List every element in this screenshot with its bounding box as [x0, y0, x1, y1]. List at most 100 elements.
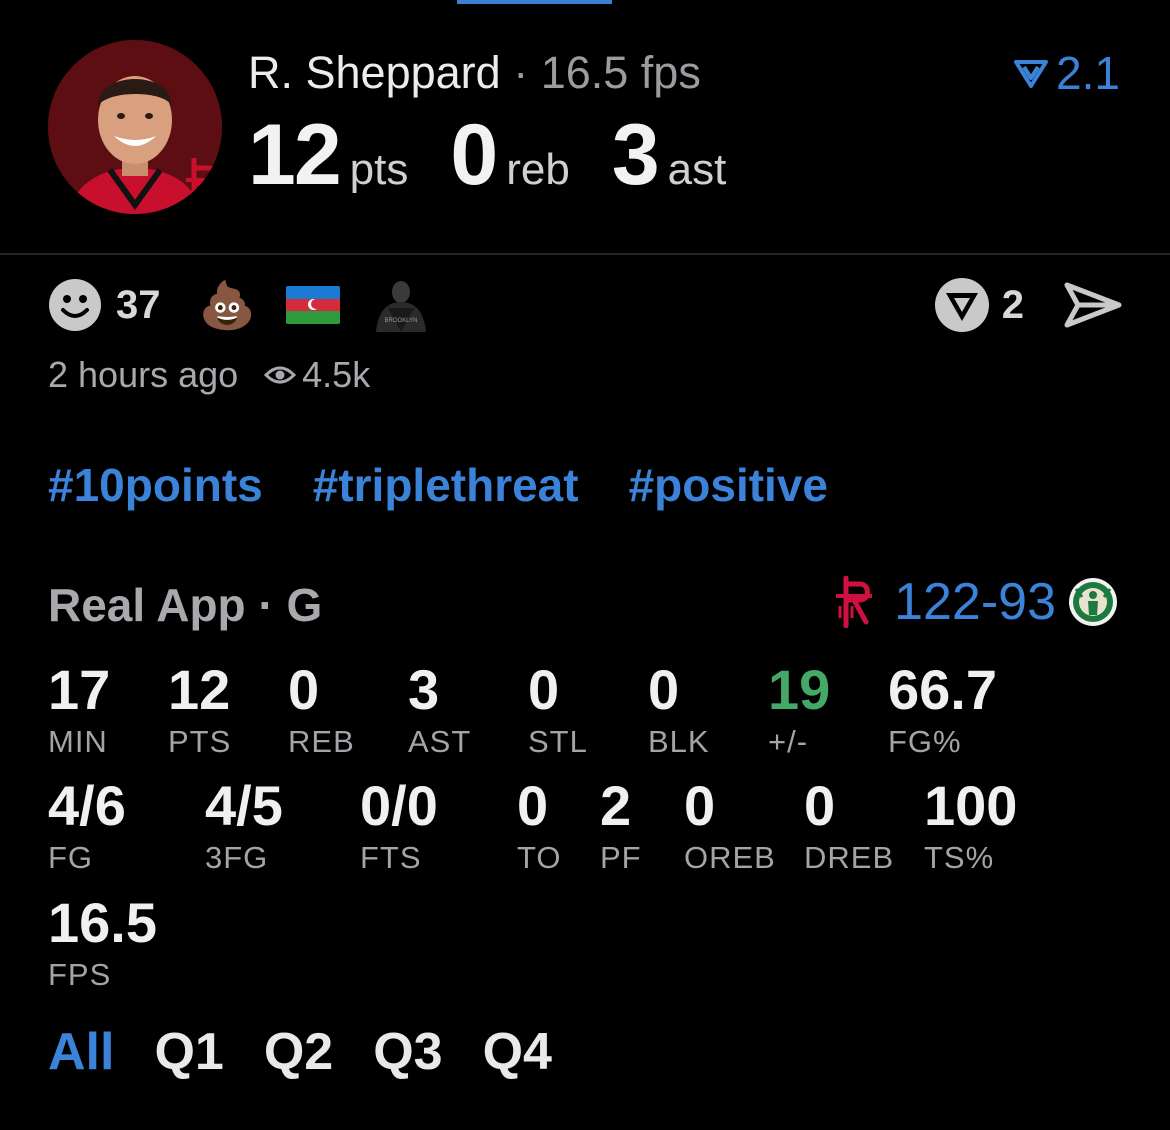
svg-text:BROOKLYN: BROOKLYN: [384, 318, 417, 324]
stat-blk: 0 BLK: [648, 660, 710, 760]
stat-oreb: 0 OREB: [684, 776, 776, 876]
stat-ts-pct: 100 TS%: [924, 776, 1017, 876]
score-dash: -: [980, 573, 999, 631]
vote-count: 2: [1001, 282, 1024, 327]
player-photo: [48, 40, 222, 214]
stat-min: 17 MIN: [48, 660, 110, 760]
stat-value: 19: [768, 658, 831, 721]
stat-label: +/-: [768, 724, 809, 759]
quarter-tabs: All Q1 Q2 Q3 Q4: [48, 1022, 592, 1082]
name-separator: ·: [513, 47, 529, 98]
score-delta-value: 2.1: [1056, 47, 1120, 99]
meta-row: 2 hours ago 4.5k: [48, 352, 370, 398]
stat-plus-minus: 19 +/-: [768, 660, 830, 760]
stat-fps: 16.5 FPS: [48, 893, 157, 993]
stat-label: REB: [288, 724, 355, 759]
stat-label: AST: [408, 724, 472, 759]
trend-icon: [1014, 60, 1049, 88]
stat-label: TO: [517, 840, 562, 875]
reaction-row: 37 💩 BROOKLYN: [48, 278, 432, 332]
stat-label: FG%: [888, 724, 962, 759]
stat-value: 0: [288, 658, 320, 721]
player-name[interactable]: R. Sheppard: [248, 47, 501, 98]
stat-label: PTS: [168, 724, 232, 759]
stat-label: FPS: [48, 957, 112, 992]
tab-q1[interactable]: Q1: [154, 1022, 223, 1082]
score-away: 93: [998, 573, 1056, 631]
game-score[interactable]: 122 - 93: [832, 572, 1118, 632]
hashtag[interactable]: #positive: [629, 458, 828, 512]
stat-fts: 0/0 FTS: [360, 776, 438, 876]
score-home: 122: [894, 573, 981, 631]
hashtag-list: #10points #triplethreat #positive: [48, 458, 878, 512]
stat-label: OREB: [684, 840, 776, 875]
right-actions: 2: [934, 278, 1122, 332]
stat-value: 2: [600, 774, 632, 837]
stat-value: 4/5: [205, 774, 283, 837]
vote-icon[interactable]: [934, 277, 990, 333]
stat-value: 12: [168, 658, 231, 721]
stat-value: 0: [684, 774, 716, 837]
stat-value: 16.5: [48, 891, 157, 954]
stat-to: 0 TO: [517, 776, 562, 876]
stat-fg-pct: 66.7 FG%: [888, 660, 997, 760]
stat-value: 66.7: [888, 658, 997, 721]
poop-emoji[interactable]: 💩: [199, 278, 256, 332]
stat-label: TS%: [924, 840, 995, 875]
stat-value: 0: [528, 658, 560, 721]
stat-fg: 4/6 FG: [48, 776, 126, 876]
smile-icon[interactable]: [48, 278, 102, 332]
player-name-line: R. Sheppard · 16.5 fps: [248, 46, 701, 100]
celtics-logo: [1069, 578, 1117, 626]
stat-value: 0: [517, 774, 549, 837]
stat-ast: 3 AST: [408, 660, 471, 760]
stat-label: STL: [528, 724, 588, 759]
stat-label: FTS: [360, 840, 422, 875]
headline-pts-unit: pts: [349, 145, 409, 194]
player-avatar[interactable]: [48, 40, 222, 214]
stat-value: 0: [804, 774, 836, 837]
stat-pf: 2 PF: [600, 776, 642, 876]
stat-label: BLK: [648, 724, 710, 759]
stat-value: 100: [924, 774, 1018, 837]
score-delta[interactable]: 2.1: [1014, 46, 1120, 100]
stat-value: 3: [408, 658, 440, 721]
hashtag[interactable]: #triplethreat: [313, 458, 579, 512]
stat-label: 3FG: [205, 840, 269, 875]
stat-value: 17: [48, 658, 111, 721]
stat-label: PF: [600, 840, 642, 875]
rockets-logo: [836, 576, 873, 628]
headline-reb-unit: reb: [506, 145, 570, 194]
hashtag[interactable]: #10points: [48, 458, 263, 512]
stat-stl: 0 STL: [528, 660, 588, 760]
send-icon[interactable]: [1064, 280, 1122, 330]
brooklyn-player-avatar[interactable]: BROOKLYN: [370, 278, 432, 332]
smile-count: 37: [116, 282, 161, 327]
headline-reb-value: 0: [450, 107, 498, 203]
headline-ast-value: 3: [611, 107, 660, 203]
headline-ast-unit: ast: [667, 145, 727, 194]
active-tab-indicator: [457, 0, 612, 4]
tab-all[interactable]: All: [48, 1022, 114, 1082]
time-ago: 2 hours ago: [48, 354, 239, 395]
tab-q3[interactable]: Q3: [373, 1022, 442, 1082]
tab-q2[interactable]: Q2: [264, 1022, 333, 1082]
stat-pts: 12 PTS: [168, 660, 231, 760]
headline-stats: 12 pts 0 reb 3 ast: [248, 106, 768, 203]
game-source: Real App · G: [48, 579, 323, 631]
stat-value: 0/0: [360, 774, 438, 837]
headline-pts-value: 12: [248, 107, 342, 203]
stat-label: DREB: [804, 840, 895, 875]
stat-3fg: 4/5 3FG: [205, 776, 283, 876]
section-divider: [0, 253, 1170, 255]
stat-dreb: 0 DREB: [804, 776, 894, 876]
view-count: 4.5k: [302, 354, 371, 395]
stat-label: FG: [48, 840, 94, 875]
azerbaijan-flag[interactable]: [285, 286, 340, 324]
tab-q4[interactable]: Q4: [483, 1022, 552, 1082]
eye-icon: [264, 366, 297, 384]
stat-reb: 0 REB: [288, 660, 355, 760]
stat-value: 0: [648, 658, 680, 721]
player-fps: 16.5 fps: [540, 47, 701, 98]
stat-value: 4/6: [48, 774, 126, 837]
